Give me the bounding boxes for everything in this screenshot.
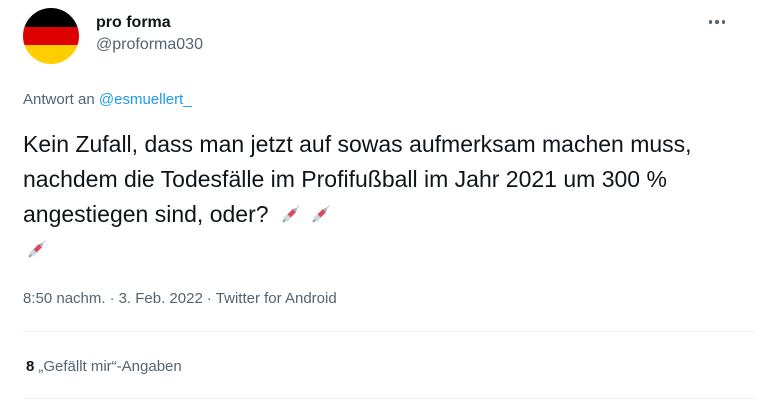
divider bbox=[23, 331, 756, 332]
reply-mention-link[interactable]: @esmuellert_ bbox=[99, 91, 192, 108]
reply-context: Antwort an @esmuellert_ bbox=[23, 90, 192, 110]
dot bbox=[708, 20, 713, 24]
more-options-icon[interactable] bbox=[700, 10, 734, 34]
dot bbox=[715, 20, 719, 24]
separator-dot: · bbox=[206, 290, 212, 307]
display-name[interactable]: pro forma bbox=[96, 13, 203, 33]
likes-label: „Gefällt mir“-Angaben bbox=[38, 358, 182, 375]
tweet-date[interactable]: 3. Feb. 2022 bbox=[119, 290, 203, 307]
syringe-icon bbox=[282, 205, 300, 223]
tweet-card: pro forma @proforma030 Antwort an @esmue… bbox=[0, 0, 765, 401]
syringe-icon bbox=[312, 205, 330, 223]
author-info: pro forma @proforma030 bbox=[96, 13, 203, 55]
tweet-time[interactable]: 8:50 nachm. bbox=[23, 290, 106, 307]
reply-prefix: Antwort an bbox=[23, 91, 95, 108]
syringe-icon bbox=[28, 240, 46, 258]
tweet-meta: 8:50 nachm. · 3. Feb. 2022 · Twitter for And… bbox=[23, 289, 337, 309]
tweet-body: Kein Zufall, dass man jetzt auf sowas au… bbox=[23, 131, 692, 227]
tweet-text: Kein Zufall, dass man jetzt auf sowas au… bbox=[23, 127, 743, 267]
separator-dot: · bbox=[109, 290, 115, 307]
tweet-source[interactable]: Twitter for Android bbox=[216, 290, 337, 307]
flag-stripe-gold bbox=[23, 45, 79, 64]
likes-stat[interactable]: 8 „Gefällt mir“-Angaben bbox=[26, 357, 182, 377]
flag-stripe-black bbox=[23, 8, 79, 27]
dot bbox=[721, 20, 726, 24]
likes-count: 8 bbox=[26, 358, 35, 375]
user-handle[interactable]: @proforma030 bbox=[96, 35, 203, 55]
flag-stripe-red bbox=[23, 26, 79, 46]
avatar[interactable] bbox=[23, 8, 79, 64]
divider bbox=[23, 398, 756, 399]
